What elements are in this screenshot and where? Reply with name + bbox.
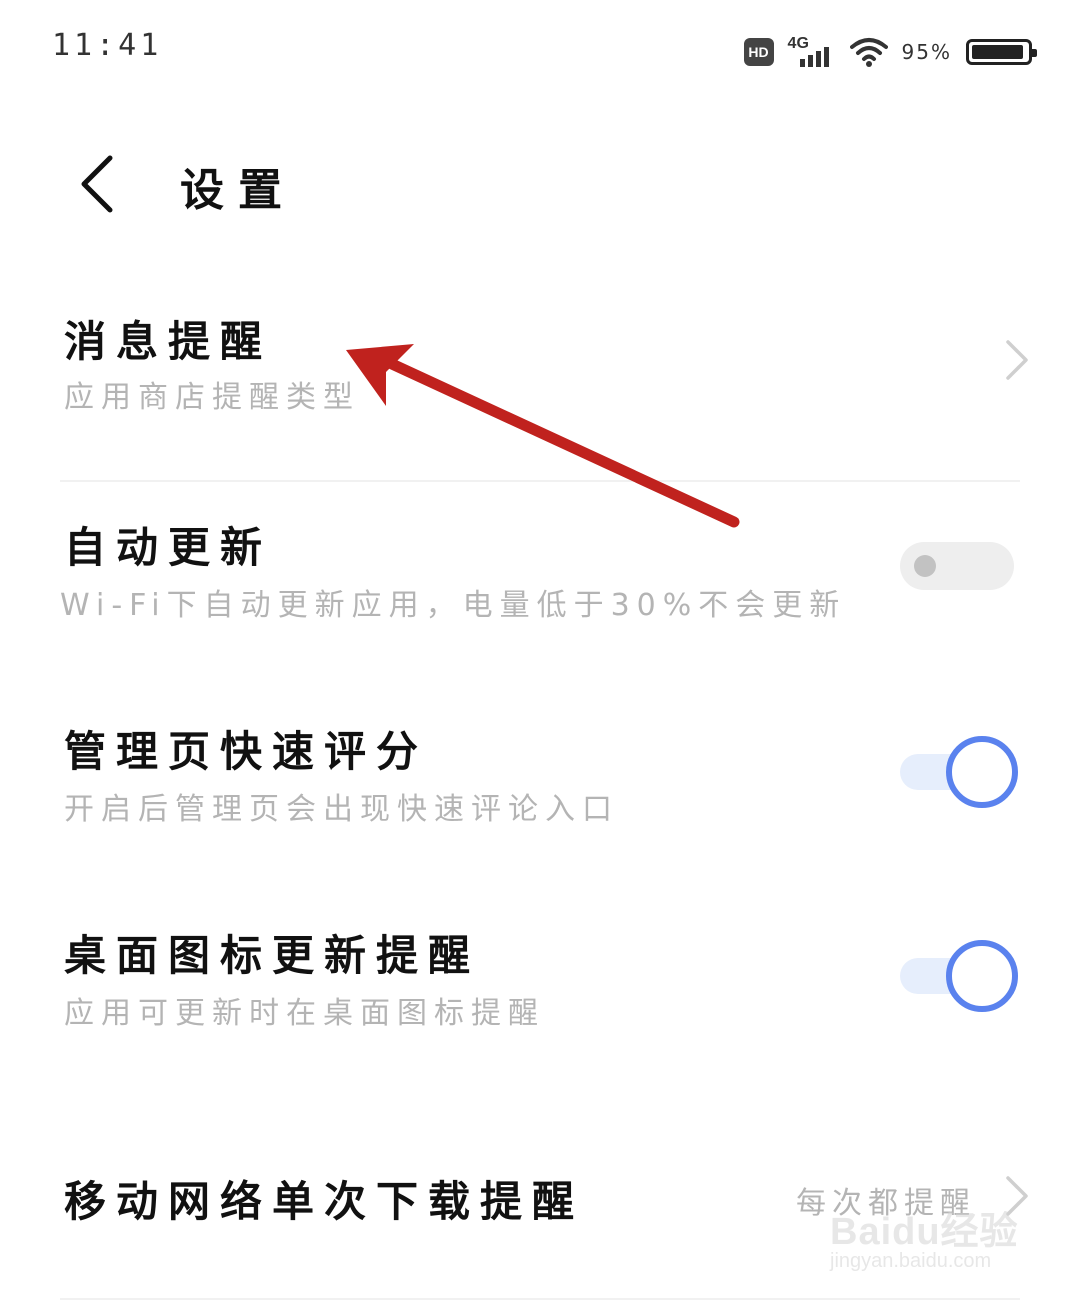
setting-row-desktop-icon-reminder: 桌面图标更新提醒 应用可更新时在桌面图标提醒	[0, 920, 1080, 1040]
row-divider	[60, 480, 1020, 482]
setting-subtitle: 应用商店提醒类型	[64, 380, 360, 415]
setting-title: 自动更新	[64, 523, 273, 572]
auto-update-toggle[interactable]	[900, 542, 1014, 590]
desktop-icon-reminder-toggle[interactable]	[900, 940, 1020, 1012]
setting-title: 移动网络单次下载提醒	[64, 1177, 585, 1226]
status-bar: 11:41 HD 4G 95%	[0, 0, 1080, 100]
back-arrow-icon[interactable]	[70, 154, 130, 214]
status-time: 11:41	[52, 28, 163, 63]
quick-rating-toggle[interactable]	[900, 736, 1020, 808]
setting-row-auto-update: 自动更新 Wi-Fi下自动更新应用，电量低于30%不会更新	[0, 512, 1080, 642]
status-icons: HD 4G 95%	[743, 32, 1037, 72]
setting-subtitle: Wi-Fi下自动更新应用，电量低于30%不会更新	[60, 588, 847, 623]
page-title: 设置	[180, 165, 296, 216]
baidu-jingyan-watermark: Baidu经验 jingyan.baidu.com	[830, 1211, 1019, 1272]
setting-subtitle: 开启后管理页会出现快速评论入口	[64, 792, 619, 827]
setting-row-message-reminder[interactable]: 消息提醒 应用商店提醒类型	[0, 300, 1080, 480]
header-bar: 设置	[0, 140, 1080, 230]
setting-title: 桌面图标更新提醒	[64, 931, 481, 980]
battery-percent: 95%	[901, 40, 952, 64]
cellular-signal-icon: 4G	[788, 35, 836, 69]
setting-row-quick-rating: 管理页快速评分 开启后管理页会出现快速评论入口	[0, 716, 1080, 836]
setting-title: 管理页快速评分	[64, 727, 429, 776]
battery-icon	[966, 39, 1037, 65]
wifi-icon	[849, 38, 888, 67]
setting-subtitle: 应用可更新时在桌面图标提醒	[64, 996, 545, 1031]
hd-icon: HD	[743, 38, 774, 66]
chevron-right-icon	[1006, 340, 1028, 380]
setting-title: 消息提醒	[64, 317, 273, 366]
